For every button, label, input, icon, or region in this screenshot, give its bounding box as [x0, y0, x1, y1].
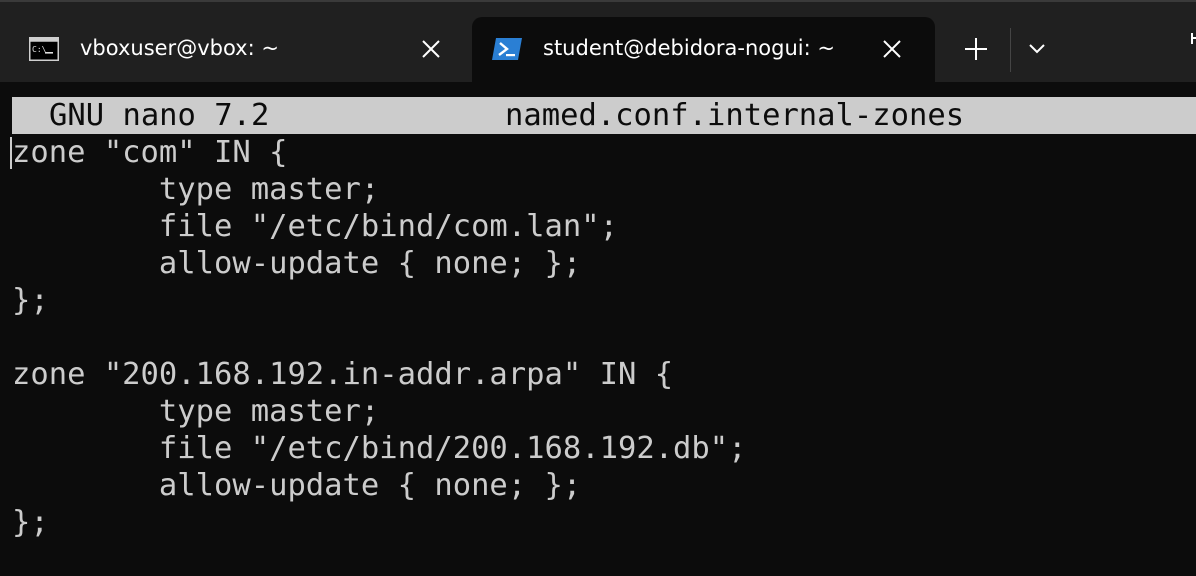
- editor-line[interactable]: type master;: [12, 393, 747, 430]
- powershell-icon: [491, 37, 523, 65]
- chevron-down-icon[interactable]: [1024, 38, 1050, 60]
- terminal-pane[interactable]: GNU nano 7.2 named.conf.internal-zones z…: [0, 82, 1196, 576]
- tab-vboxuser[interactable]: C:\ vboxuser@vbox: ~: [0, 17, 472, 82]
- editor-buffer[interactable]: zone "com" IN { type master; file "/etc/…: [12, 134, 747, 541]
- nano-title-bar: GNU nano 7.2 named.conf.internal-zones: [12, 97, 1196, 134]
- editor-line[interactable]: };: [12, 504, 747, 541]
- tab-bar-divider: [1010, 28, 1011, 72]
- tab-title: student@debidora-nogui: ~: [543, 36, 835, 60]
- tab-title: vboxuser@vbox: ~: [80, 36, 279, 60]
- tab-student[interactable]: student@debidora-nogui: ~: [472, 17, 935, 82]
- new-tab-plus-icon[interactable]: [962, 35, 990, 63]
- editor-line[interactable]: zone "200.168.192.in-addr.arpa" IN {: [12, 356, 747, 393]
- command-prompt-icon: C:\: [29, 37, 59, 65]
- close-icon[interactable]: [880, 37, 904, 61]
- editor-line[interactable]: type master;: [12, 171, 747, 208]
- nano-version-label: GNU nano 7.2: [49, 98, 270, 133]
- editor-line[interactable]: zone "com" IN {: [12, 134, 747, 171]
- nano-filename: named.conf.internal-zones: [505, 98, 965, 133]
- close-icon[interactable]: [419, 37, 443, 61]
- window-top-border: [0, 0, 1196, 2]
- editor-line[interactable]: [12, 319, 747, 356]
- minimize-icon[interactable]: [1186, 30, 1196, 58]
- editor-line[interactable]: file "/etc/bind/200.168.192.db";: [12, 430, 747, 467]
- tab-bar: C:\ vboxuser@vbox: ~ student@debidora-no…: [0, 0, 1196, 82]
- editor-line[interactable]: allow-update { none; };: [12, 467, 747, 504]
- editor-line[interactable]: };: [12, 282, 747, 319]
- editor-line[interactable]: allow-update { none; };: [12, 245, 747, 282]
- svg-text:C:\: C:\: [32, 45, 47, 54]
- editor-line[interactable]: file "/etc/bind/com.lan";: [12, 208, 747, 245]
